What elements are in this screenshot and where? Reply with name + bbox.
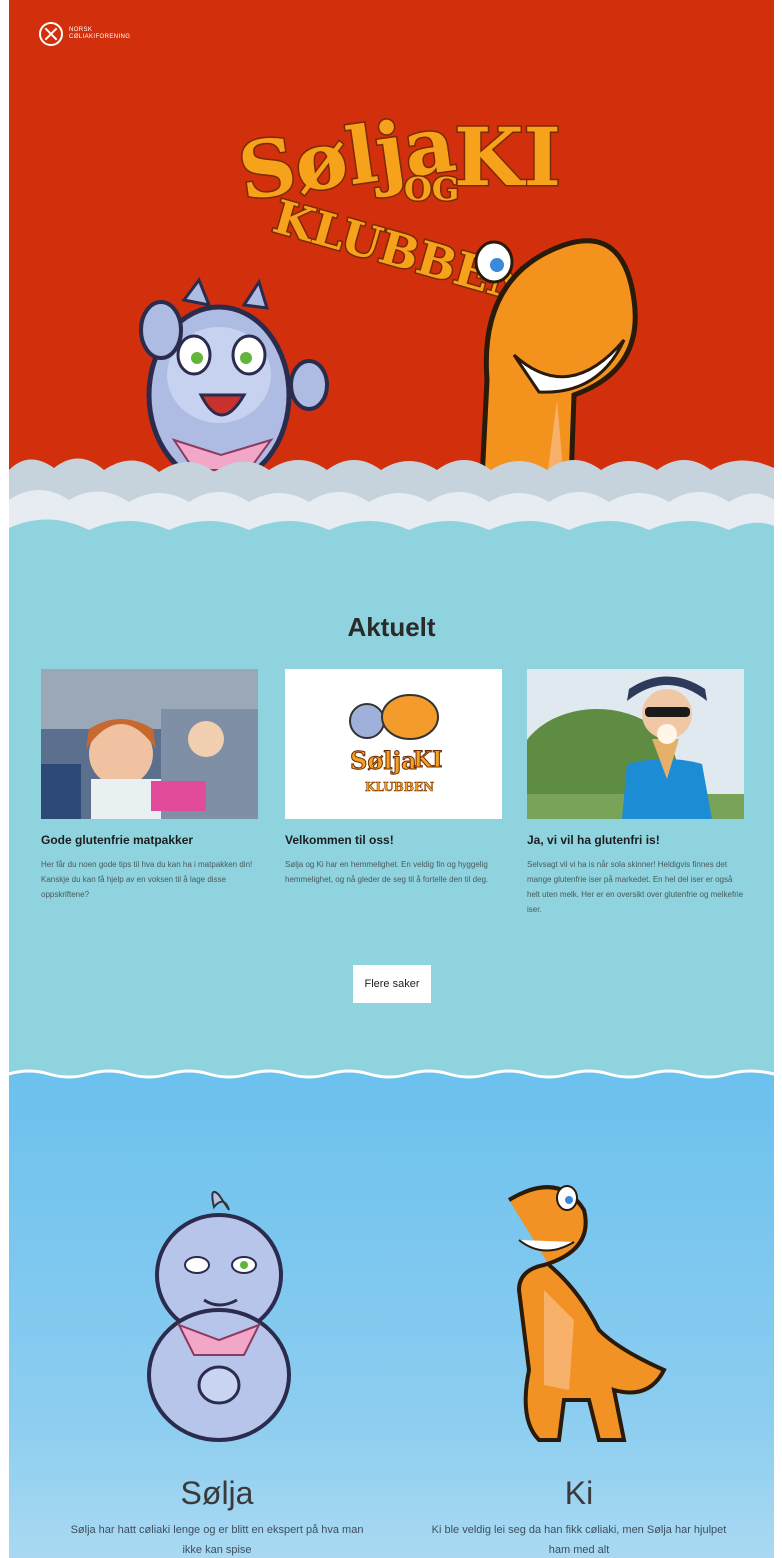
news-card-title[interactable]: Velkommen til oss! <box>285 833 502 847</box>
hero-title-og: OG <box>404 170 459 208</box>
characters-section: Sølja Sølja har hatt cøliaki lenge og er… <box>9 1080 774 1558</box>
news-card[interactable]: Gode glutenfrie matpakker Her får du noe… <box>41 669 258 902</box>
page: Sølja OG KI KLUBBEN NORSK CØLIAKIFORENIN… <box>9 0 774 1558</box>
news-section: Aktuelt Gode glutenfrie matpakker Her få… <box>9 540 774 1080</box>
cloud-border <box>9 458 774 540</box>
character-name-ki: Ki <box>564 1475 594 1511</box>
hero-title-ki: KI <box>454 110 561 204</box>
site-logo[interactable]: NORSK CØLIAKIFORENING <box>39 22 130 46</box>
ki-illustration <box>507 1185 667 1442</box>
news-card-title[interactable]: Gode glutenfrie matpakker <box>41 833 258 847</box>
hero-section: Sølja OG KI KLUBBEN NORSK CØLIAKIFORENIN… <box>9 0 774 540</box>
news-logo-solja: Sølja <box>350 746 417 775</box>
character-text-ki: Ki ble veldig lei seg da han fikk cøliak… <box>431 1524 727 1556</box>
news-card-image <box>41 669 258 819</box>
solja-illustration <box>147 1191 291 1442</box>
more-news-button[interactable]: Flere saker <box>353 965 431 1003</box>
news-card-title[interactable]: Ja, vi vil ha glutenfri is! <box>527 833 744 847</box>
cross-circle-icon <box>39 22 63 46</box>
news-card-text: Selvsagt vil vi ha is når sola skinner! … <box>527 860 744 914</box>
tiger-character <box>139 276 329 486</box>
news-card-text: Sølja og Ki har en hemmelighet. En veldi… <box>285 860 489 884</box>
character-name-solja: Sølja <box>180 1475 254 1511</box>
wave-divider <box>9 1069 774 1080</box>
logo-line1: NORSK <box>69 27 93 33</box>
hero-illustration: Sølja OG KI KLUBBEN <box>9 97 774 540</box>
news-card[interactable]: Ja, vi vil ha glutenfri is! Selvsagt vil… <box>527 669 744 917</box>
news-card[interactable]: Sølja KI KLUBBEN Velkommen til oss! Sølj… <box>285 669 502 887</box>
news-card-text: Her får du noen gode tips til hva du kan… <box>41 860 253 899</box>
news-heading: Aktuelt <box>347 611 436 642</box>
news-logo-klubben: KLUBBEN <box>365 780 434 794</box>
character-text-solja: Sølja har hatt cøliaki lenge og er blitt… <box>70 1524 364 1556</box>
logo-text: NORSK CØLIAKIFORENING <box>69 27 130 41</box>
logo-line2: CØLIAKIFORENING <box>69 34 131 40</box>
news-card-image: Sølja KI KLUBBEN <box>285 669 502 819</box>
news-logo-ki: KI <box>413 747 442 773</box>
news-card-image <box>527 669 744 819</box>
